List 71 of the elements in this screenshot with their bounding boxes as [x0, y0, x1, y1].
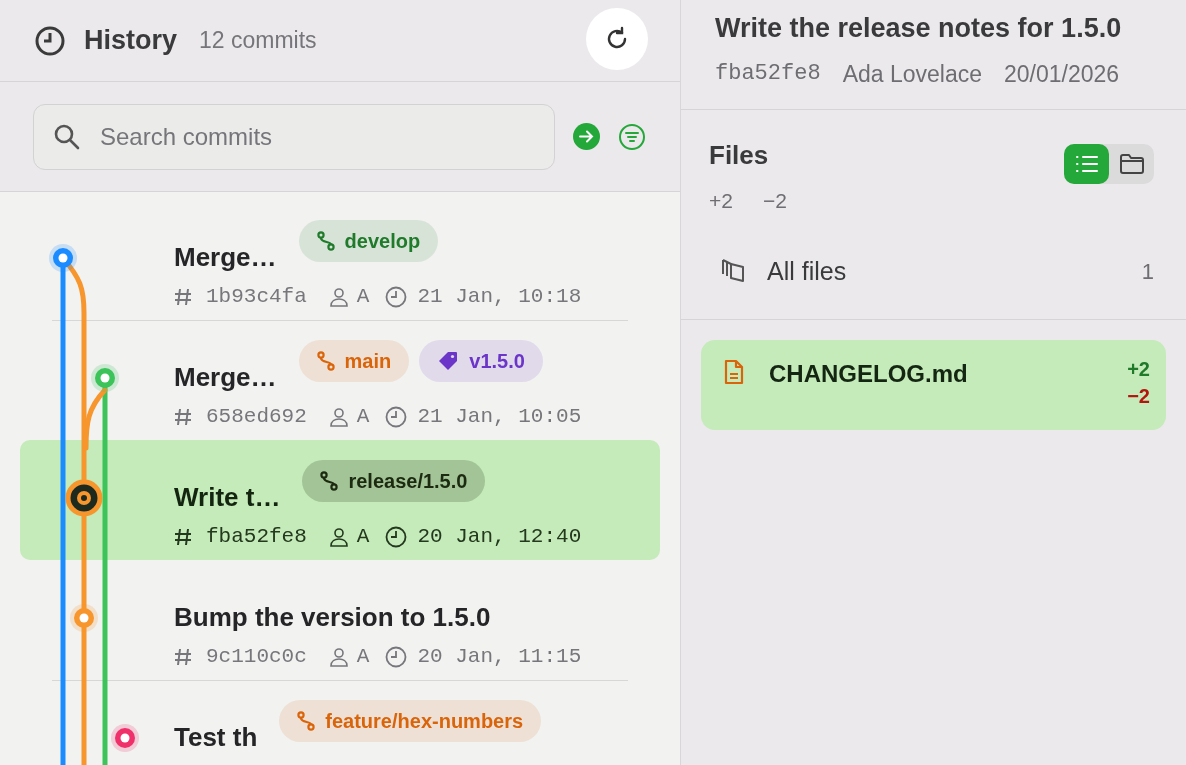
person-icon	[328, 406, 349, 427]
commit-node[interactable]	[111, 724, 139, 752]
filter-icon[interactable]	[618, 122, 646, 151]
folder-icon	[1118, 153, 1145, 175]
list-icon	[1074, 154, 1099, 174]
file-name: CHANGELOG.md	[769, 359, 968, 389]
branch-icon	[316, 351, 335, 371]
commit-time: 20 Jan, 12:40	[417, 524, 582, 550]
person-icon	[328, 526, 349, 547]
document-icon	[723, 358, 745, 386]
commit-time: 20 Jan, 11:15	[417, 644, 582, 670]
commit-hash: 9c110c0c	[206, 644, 307, 670]
commit-hash: 1b93c4fa	[206, 284, 307, 310]
person-icon	[328, 286, 349, 307]
commit-row[interactable]: Write t… release/1.5.0 fba52fe8 A 20 Jan, 12:40	[20, 440, 660, 560]
commit-title: Write the release notes for 1.5.0	[715, 12, 1123, 45]
clock-icon	[385, 405, 408, 428]
commit-message: Bump the version to 1.5.0	[174, 601, 491, 634]
removed-count: −2	[762, 188, 787, 214]
commit-message: Write t…	[174, 481, 281, 514]
arrow-icon	[579, 130, 594, 143]
branch-badge: main	[298, 340, 410, 382]
person-icon	[328, 646, 349, 667]
commit-hash: 658ed692	[206, 404, 307, 430]
commit-row[interactable]: Merge… develop 1b93c4fa A 21 Jan, 10:18	[20, 200, 660, 320]
author-initial: A	[356, 284, 370, 310]
author-initial: A	[356, 404, 370, 430]
branch-icon	[320, 471, 339, 491]
hash-icon	[174, 406, 192, 427]
go-button[interactable]	[573, 123, 600, 150]
clock-icon	[385, 285, 408, 308]
file-row[interactable]: CHANGELOG.md +2 −2	[701, 340, 1166, 430]
search-icon	[53, 122, 81, 151]
author-initial: A	[356, 644, 370, 670]
branch-badge: release/1.5.0	[302, 460, 486, 502]
commit-message: Merge…	[174, 361, 277, 394]
panel-title: History	[84, 24, 178, 58]
commit-row[interactable]: Bump the version to 1.5.0 9c110c0c A 20 Jan, 11:15	[20, 560, 660, 680]
branch-badge: develop	[298, 220, 439, 262]
commit-date: 20/01/2026	[1004, 59, 1120, 89]
tag-icon	[437, 350, 460, 372]
commit-row[interactable]: Merge… main v1.5.0 658ed692 A 21 Jan, 10:05	[20, 320, 660, 440]
branch-icon	[297, 711, 316, 731]
commit-time: 21 Jan, 10:18	[417, 284, 582, 310]
commit-time: 21 Jan, 10:05	[417, 404, 582, 430]
commit-message: Merge…	[174, 241, 277, 274]
added-count: +2	[1127, 357, 1150, 382]
commit-node[interactable]	[49, 244, 77, 272]
all-files-item[interactable]: All files 1	[709, 252, 1154, 290]
hash-icon	[174, 646, 192, 667]
clock-icon	[385, 645, 408, 668]
commit-message: Test th	[174, 721, 258, 754]
commit-count: 12 commits	[199, 26, 317, 56]
added-count: +2	[709, 188, 733, 214]
commit-row[interactable]: Test th feature/hex-numbers	[20, 680, 660, 765]
clock-icon	[34, 24, 66, 57]
hash-icon	[174, 286, 192, 307]
commit-node[interactable]	[91, 364, 119, 392]
removed-count: −2	[1127, 384, 1150, 409]
commit-hash: fba52fe8	[206, 524, 307, 550]
hash-icon	[174, 526, 192, 547]
tag-badge: v1.5.0	[419, 340, 543, 382]
branch-icon	[316, 231, 335, 251]
author-name: Ada Lovelace	[842, 59, 982, 89]
branch-badge: feature/hex-numbers	[279, 700, 542, 742]
search-field[interactable]: Search commits	[33, 103, 555, 170]
section-title: Files	[709, 139, 770, 172]
clock-icon	[385, 525, 408, 548]
commit-node[interactable]	[70, 604, 98, 632]
author-initial: A	[356, 524, 370, 550]
commit-hash: fba52fe8	[715, 60, 821, 89]
